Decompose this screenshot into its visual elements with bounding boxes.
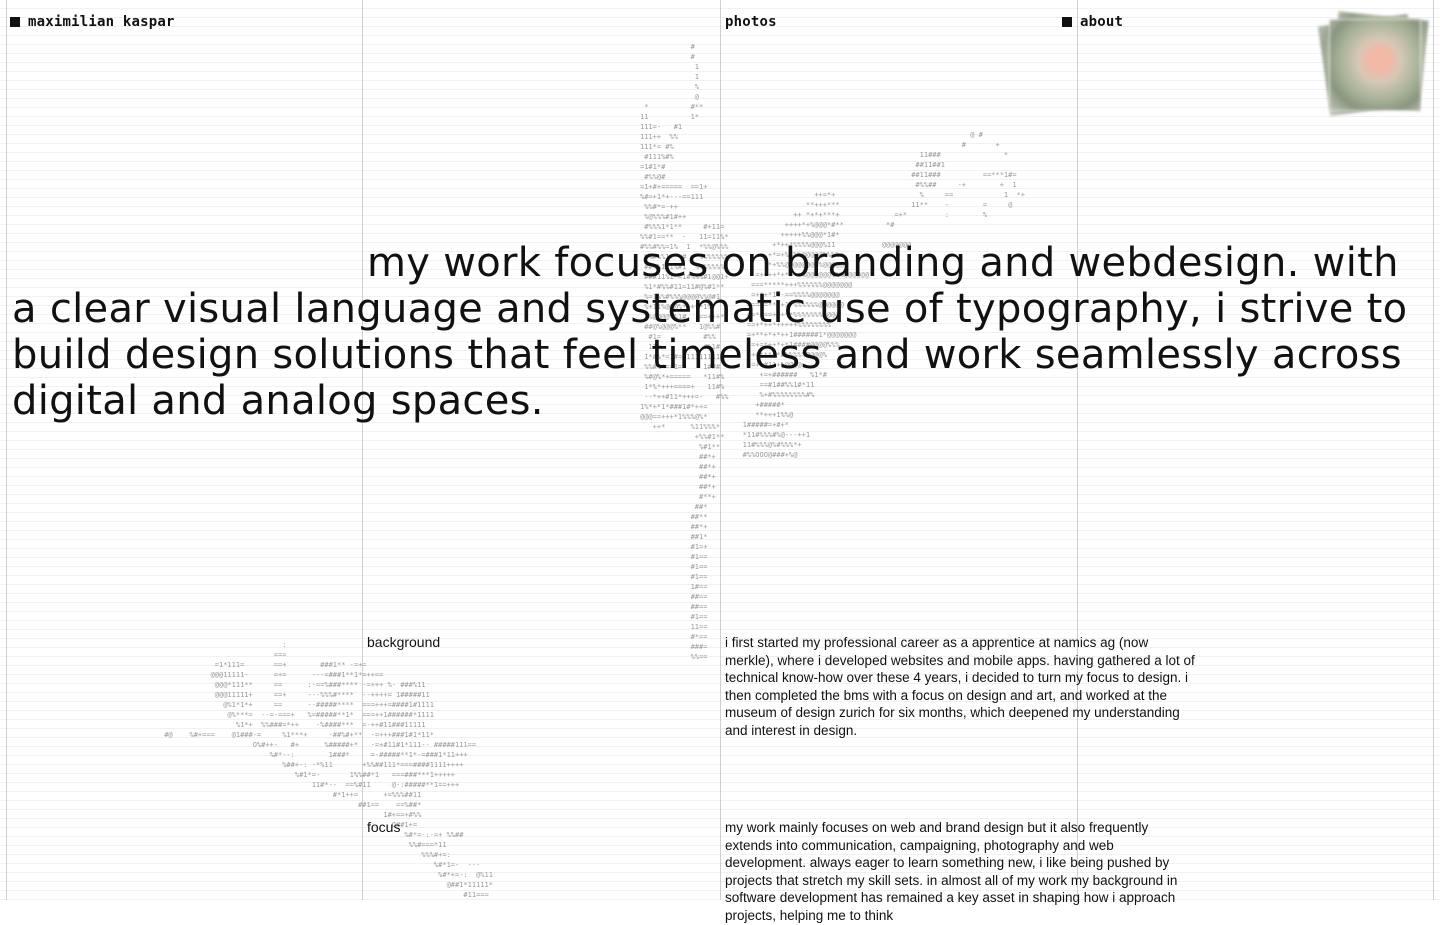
intro-text: my work focuses on branding and webdesig… (12, 240, 1408, 424)
photo-thumbnail-stack[interactable] (1318, 11, 1429, 120)
nav-photos-label: photos (725, 14, 777, 30)
section-label-background: background (367, 634, 441, 650)
column-guide (1077, 0, 1078, 900)
column-guide (6, 0, 7, 900)
intro-statement: my work focuses on branding and webdesig… (12, 240, 1412, 424)
nav-photos-link[interactable]: photos (725, 14, 777, 30)
site-name-link[interactable]: maximilian kaspar (10, 14, 175, 30)
section-label-focus: focus (367, 819, 401, 835)
section-text-background: i first started my professional career a… (725, 635, 1195, 738)
section-text-focus: my work mainly focuses on web and brand … (725, 820, 1178, 923)
nav-about-label: about (1080, 14, 1124, 30)
ascii-art-leaves-left: : === =1*111= ==+ ###1** -=+= @@@11111- … (164, 641, 493, 899)
square-icon (1062, 17, 1072, 27)
column-guide (1433, 0, 1434, 900)
site-name: maximilian kaspar (28, 14, 175, 30)
nav-about-link[interactable]: about (1062, 14, 1123, 30)
photo-thumbnail (1330, 20, 1420, 110)
square-icon (10, 17, 20, 27)
